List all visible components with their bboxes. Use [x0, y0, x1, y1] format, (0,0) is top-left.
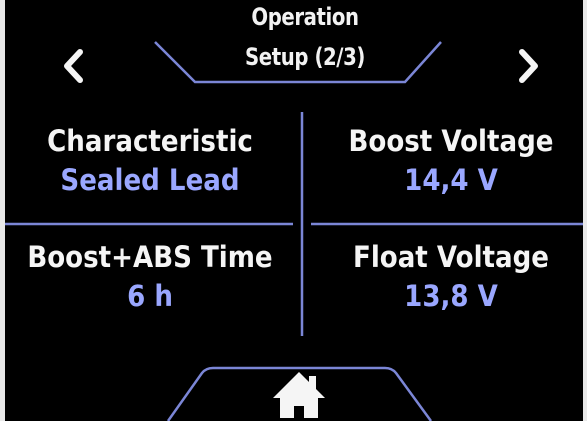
setting-boost-abs-time[interactable]: Boost+ABS Time 6 h	[5, 240, 295, 313]
setting-characteristic[interactable]: Characteristic Sealed Lead	[5, 124, 295, 197]
setting-label: Boost Voltage	[348, 124, 554, 158]
next-page-button[interactable]	[508, 44, 548, 88]
home-button[interactable]	[269, 366, 329, 421]
setting-value: 14,4 V	[404, 163, 498, 197]
setting-label: Boost+ABS Time	[27, 240, 273, 274]
setting-float-voltage[interactable]: Float Voltage 13,8 V	[306, 240, 583, 313]
page-title-line1: Operation	[251, 3, 359, 31]
setting-label: Characteristic	[47, 124, 253, 158]
page-title-line2: Setup (2/3)	[245, 43, 365, 71]
setting-boost-voltage[interactable]: Boost Voltage 14,4 V	[306, 124, 583, 197]
setting-value: Sealed Lead	[60, 163, 240, 197]
setting-value: 6 h	[127, 279, 173, 313]
setting-label: Float Voltage	[352, 240, 550, 274]
setting-value: 13,8 V	[404, 279, 498, 313]
chevron-right-icon	[519, 49, 538, 83]
prev-page-button[interactable]	[55, 44, 95, 88]
device-screen: Operation Setup (2/3) Characteristic Sea…	[5, 0, 583, 421]
home-icon	[273, 372, 325, 418]
chevron-left-icon	[64, 49, 83, 83]
